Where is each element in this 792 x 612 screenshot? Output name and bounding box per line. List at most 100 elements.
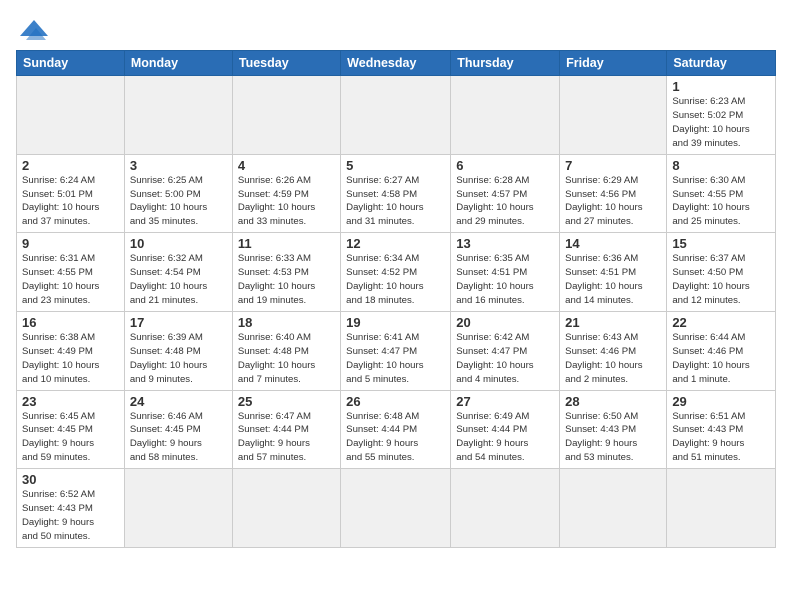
day-info: Sunrise: 6:34 AM Sunset: 4:52 PM Dayligh… <box>346 252 445 308</box>
day-number: 27 <box>456 394 554 409</box>
day-number: 21 <box>565 315 661 330</box>
day-number: 6 <box>456 158 554 173</box>
day-cell: 25Sunrise: 6:47 AM Sunset: 4:44 PM Dayli… <box>232 390 340 469</box>
day-cell: 10Sunrise: 6:32 AM Sunset: 4:54 PM Dayli… <box>124 233 232 312</box>
day-cell <box>232 76 340 155</box>
week-row-4: 23Sunrise: 6:45 AM Sunset: 4:45 PM Dayli… <box>17 390 776 469</box>
day-cell: 11Sunrise: 6:33 AM Sunset: 4:53 PM Dayli… <box>232 233 340 312</box>
day-number: 11 <box>238 236 335 251</box>
col-header-friday: Friday <box>560 51 667 76</box>
day-number: 26 <box>346 394 445 409</box>
col-header-tuesday: Tuesday <box>232 51 340 76</box>
day-cell: 24Sunrise: 6:46 AM Sunset: 4:45 PM Dayli… <box>124 390 232 469</box>
day-cell: 30Sunrise: 6:52 AM Sunset: 4:43 PM Dayli… <box>17 469 125 548</box>
logo <box>16 16 56 44</box>
day-cell <box>341 469 451 548</box>
day-number: 24 <box>130 394 227 409</box>
day-cell: 7Sunrise: 6:29 AM Sunset: 4:56 PM Daylig… <box>560 154 667 233</box>
day-number: 2 <box>22 158 119 173</box>
day-number: 5 <box>346 158 445 173</box>
day-number: 25 <box>238 394 335 409</box>
day-info: Sunrise: 6:50 AM Sunset: 4:43 PM Dayligh… <box>565 410 661 466</box>
day-cell: 18Sunrise: 6:40 AM Sunset: 4:48 PM Dayli… <box>232 311 340 390</box>
day-info: Sunrise: 6:44 AM Sunset: 4:46 PM Dayligh… <box>672 331 770 387</box>
day-cell <box>451 469 560 548</box>
day-cell <box>341 76 451 155</box>
day-info: Sunrise: 6:25 AM Sunset: 5:00 PM Dayligh… <box>130 174 227 230</box>
week-row-5: 30Sunrise: 6:52 AM Sunset: 4:43 PM Dayli… <box>17 469 776 548</box>
day-number: 10 <box>130 236 227 251</box>
day-cell <box>560 469 667 548</box>
day-number: 17 <box>130 315 227 330</box>
day-cell: 8Sunrise: 6:30 AM Sunset: 4:55 PM Daylig… <box>667 154 776 233</box>
day-cell: 19Sunrise: 6:41 AM Sunset: 4:47 PM Dayli… <box>341 311 451 390</box>
day-info: Sunrise: 6:42 AM Sunset: 4:47 PM Dayligh… <box>456 331 554 387</box>
day-number: 3 <box>130 158 227 173</box>
day-info: Sunrise: 6:51 AM Sunset: 4:43 PM Dayligh… <box>672 410 770 466</box>
day-number: 15 <box>672 236 770 251</box>
day-number: 12 <box>346 236 445 251</box>
day-cell: 9Sunrise: 6:31 AM Sunset: 4:55 PM Daylig… <box>17 233 125 312</box>
day-number: 4 <box>238 158 335 173</box>
col-header-wednesday: Wednesday <box>341 51 451 76</box>
logo-icon <box>16 16 52 44</box>
day-number: 19 <box>346 315 445 330</box>
week-row-2: 9Sunrise: 6:31 AM Sunset: 4:55 PM Daylig… <box>17 233 776 312</box>
col-header-saturday: Saturday <box>667 51 776 76</box>
day-info: Sunrise: 6:38 AM Sunset: 4:49 PM Dayligh… <box>22 331 119 387</box>
day-number: 18 <box>238 315 335 330</box>
day-number: 8 <box>672 158 770 173</box>
day-cell <box>667 469 776 548</box>
day-number: 22 <box>672 315 770 330</box>
day-info: Sunrise: 6:30 AM Sunset: 4:55 PM Dayligh… <box>672 174 770 230</box>
day-info: Sunrise: 6:28 AM Sunset: 4:57 PM Dayligh… <box>456 174 554 230</box>
col-header-monday: Monday <box>124 51 232 76</box>
day-info: Sunrise: 6:27 AM Sunset: 4:58 PM Dayligh… <box>346 174 445 230</box>
col-header-sunday: Sunday <box>17 51 125 76</box>
calendar: SundayMondayTuesdayWednesdayThursdayFrid… <box>16 50 776 548</box>
day-cell: 4Sunrise: 6:26 AM Sunset: 4:59 PM Daylig… <box>232 154 340 233</box>
day-cell: 28Sunrise: 6:50 AM Sunset: 4:43 PM Dayli… <box>560 390 667 469</box>
day-info: Sunrise: 6:49 AM Sunset: 4:44 PM Dayligh… <box>456 410 554 466</box>
day-cell: 23Sunrise: 6:45 AM Sunset: 4:45 PM Dayli… <box>17 390 125 469</box>
day-cell: 1Sunrise: 6:23 AM Sunset: 5:02 PM Daylig… <box>667 76 776 155</box>
day-number: 9 <box>22 236 119 251</box>
day-number: 28 <box>565 394 661 409</box>
day-cell <box>451 76 560 155</box>
day-number: 16 <box>22 315 119 330</box>
day-cell <box>124 76 232 155</box>
day-cell: 15Sunrise: 6:37 AM Sunset: 4:50 PM Dayli… <box>667 233 776 312</box>
day-info: Sunrise: 6:43 AM Sunset: 4:46 PM Dayligh… <box>565 331 661 387</box>
day-cell: 29Sunrise: 6:51 AM Sunset: 4:43 PM Dayli… <box>667 390 776 469</box>
week-row-3: 16Sunrise: 6:38 AM Sunset: 4:49 PM Dayli… <box>17 311 776 390</box>
day-number: 20 <box>456 315 554 330</box>
day-cell <box>17 76 125 155</box>
day-info: Sunrise: 6:45 AM Sunset: 4:45 PM Dayligh… <box>22 410 119 466</box>
day-cell: 21Sunrise: 6:43 AM Sunset: 4:46 PM Dayli… <box>560 311 667 390</box>
day-number: 7 <box>565 158 661 173</box>
day-cell: 16Sunrise: 6:38 AM Sunset: 4:49 PM Dayli… <box>17 311 125 390</box>
day-number: 23 <box>22 394 119 409</box>
day-info: Sunrise: 6:46 AM Sunset: 4:45 PM Dayligh… <box>130 410 227 466</box>
day-cell <box>232 469 340 548</box>
day-info: Sunrise: 6:33 AM Sunset: 4:53 PM Dayligh… <box>238 252 335 308</box>
day-info: Sunrise: 6:32 AM Sunset: 4:54 PM Dayligh… <box>130 252 227 308</box>
day-info: Sunrise: 6:29 AM Sunset: 4:56 PM Dayligh… <box>565 174 661 230</box>
day-cell: 20Sunrise: 6:42 AM Sunset: 4:47 PM Dayli… <box>451 311 560 390</box>
day-cell: 17Sunrise: 6:39 AM Sunset: 4:48 PM Dayli… <box>124 311 232 390</box>
day-cell: 22Sunrise: 6:44 AM Sunset: 4:46 PM Dayli… <box>667 311 776 390</box>
page: SundayMondayTuesdayWednesdayThursdayFrid… <box>0 0 792 612</box>
day-number: 13 <box>456 236 554 251</box>
day-cell: 12Sunrise: 6:34 AM Sunset: 4:52 PM Dayli… <box>341 233 451 312</box>
day-info: Sunrise: 6:40 AM Sunset: 4:48 PM Dayligh… <box>238 331 335 387</box>
day-info: Sunrise: 6:39 AM Sunset: 4:48 PM Dayligh… <box>130 331 227 387</box>
day-info: Sunrise: 6:24 AM Sunset: 5:01 PM Dayligh… <box>22 174 119 230</box>
day-info: Sunrise: 6:36 AM Sunset: 4:51 PM Dayligh… <box>565 252 661 308</box>
week-row-0: 1Sunrise: 6:23 AM Sunset: 5:02 PM Daylig… <box>17 76 776 155</box>
header <box>16 12 776 44</box>
day-cell: 14Sunrise: 6:36 AM Sunset: 4:51 PM Dayli… <box>560 233 667 312</box>
day-number: 1 <box>672 79 770 94</box>
day-info: Sunrise: 6:47 AM Sunset: 4:44 PM Dayligh… <box>238 410 335 466</box>
day-cell: 13Sunrise: 6:35 AM Sunset: 4:51 PM Dayli… <box>451 233 560 312</box>
day-cell <box>560 76 667 155</box>
